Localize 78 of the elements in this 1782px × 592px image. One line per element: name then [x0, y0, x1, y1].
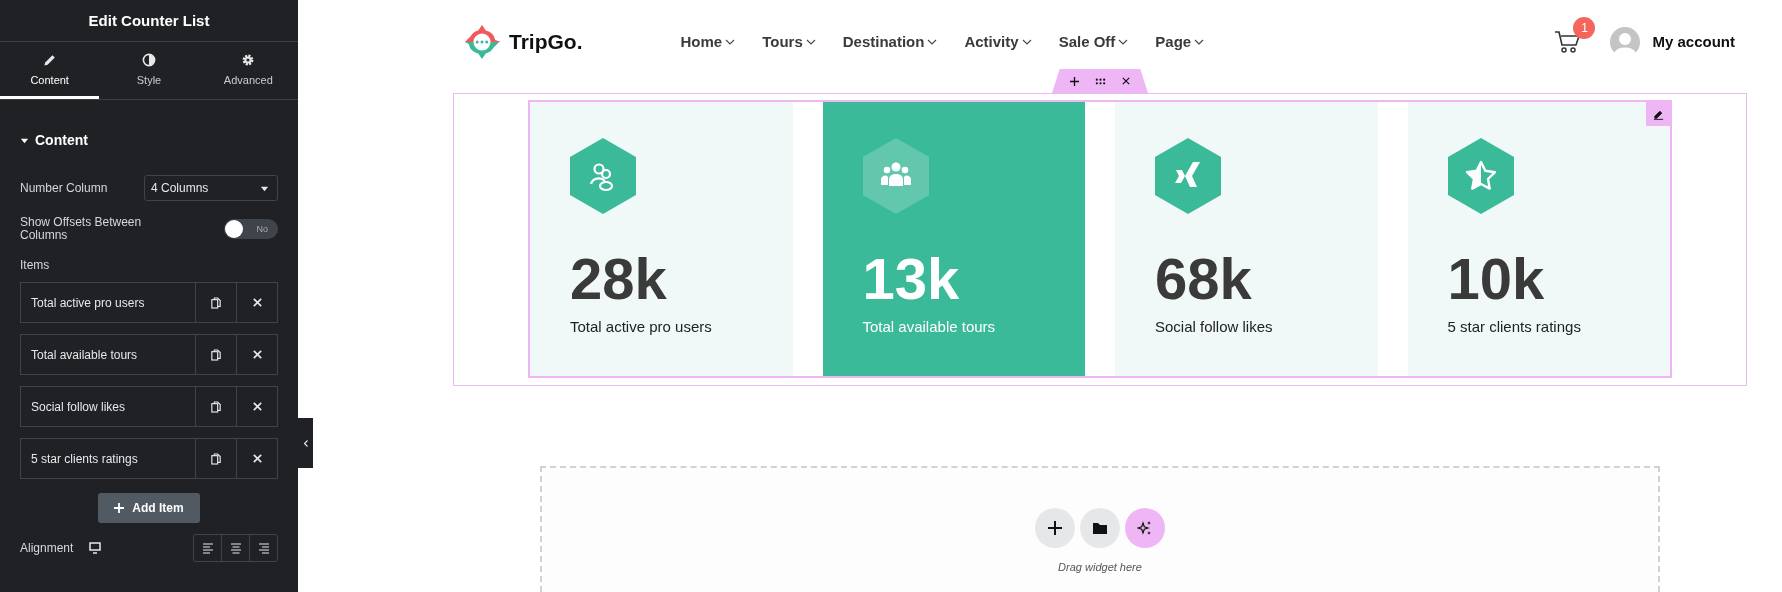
counter-label: 5 star clients ratings — [1447, 318, 1581, 335]
repeater-item[interactable]: Total active pro users — [20, 282, 278, 323]
star-icon — [1447, 138, 1514, 214]
align-center-icon — [229, 541, 242, 555]
counter-label: Social follow likes — [1155, 318, 1273, 335]
close-icon[interactable] — [1122, 77, 1130, 85]
copy-icon — [211, 400, 221, 413]
chevron-down-icon — [805, 38, 816, 45]
sparkle-icon — [1137, 520, 1153, 536]
chevron-down-icon — [1021, 38, 1032, 45]
pencil-icon — [41, 52, 58, 68]
pencil-icon — [1652, 108, 1664, 120]
users-icon — [570, 138, 636, 214]
chevron-down-icon — [927, 38, 938, 45]
chevron-down-icon — [725, 38, 736, 45]
edit-widget-button[interactable] — [1646, 102, 1670, 126]
alignment-button-group[interactable] — [193, 534, 278, 562]
desktop-icon — [89, 542, 102, 554]
add-item-button[interactable]: Add Item — [98, 493, 200, 523]
copy-icon — [211, 296, 221, 309]
nav-link[interactable]: Sale Off — [1058, 33, 1129, 50]
item-title[interactable]: Social follow likes — [21, 387, 195, 426]
copy-icon — [211, 348, 221, 361]
counter-label: Total available tours — [862, 318, 996, 335]
align-left-icon — [201, 541, 214, 555]
align-right-icon — [257, 541, 270, 555]
repeater-item[interactable]: Total available tours — [20, 334, 278, 375]
template-library-button[interactable] — [1080, 508, 1120, 548]
nav-link[interactable]: Page — [1155, 33, 1205, 50]
offsets-toggle[interactable]: No — [224, 219, 278, 239]
close-icon — [251, 401, 263, 412]
panel-tab[interactable]: Advanced — [198, 42, 298, 99]
repeater-item[interactable]: 5 star clients ratings — [20, 438, 278, 479]
section-header[interactable]: Content — [20, 132, 278, 148]
nav-link[interactable]: Activity — [964, 33, 1032, 50]
x-shape-icon — [1155, 138, 1221, 214]
counter-number: 28k — [570, 245, 667, 313]
close-icon — [251, 349, 263, 360]
counter-label: Total active pro users — [570, 318, 712, 335]
account-link[interactable]: My account — [1652, 33, 1735, 50]
field-label: Items — [20, 258, 51, 272]
add-section-button[interactable] — [1035, 508, 1075, 548]
field-label: Show Offsets Between Columns — [20, 216, 143, 242]
nav-link[interactable]: Destination — [842, 33, 938, 50]
panel-tab[interactable]: Content — [0, 42, 100, 99]
copy-icon — [211, 452, 221, 465]
plus-icon — [114, 503, 125, 513]
chevron-down-icon — [1118, 38, 1129, 45]
drag-handle-icon[interactable] — [1095, 77, 1106, 85]
drop-hint: Drag widget here — [1058, 561, 1142, 573]
close-icon — [251, 297, 263, 308]
panel-tab[interactable]: Style — [99, 42, 199, 99]
repeater-item[interactable]: Social follow likes — [20, 386, 278, 427]
field-label: Number Column — [20, 181, 108, 195]
counter-number: 13k — [862, 245, 960, 313]
site-logo[interactable]: TripGo. — [509, 29, 583, 54]
item-title[interactable]: Total active pro users — [21, 283, 195, 322]
ai-button[interactable] — [1125, 508, 1165, 548]
avatar-icon — [1610, 26, 1641, 57]
column-select[interactable]: 4 Columns — [144, 175, 278, 201]
field-label: Alignment — [20, 541, 74, 555]
group-icon — [862, 138, 929, 214]
contrast-icon — [141, 52, 157, 68]
chevron-down-icon — [1194, 38, 1205, 45]
cart-icon[interactable] — [1554, 29, 1581, 54]
chevron-left-icon — [302, 438, 309, 448]
plus-icon[interactable] — [1070, 76, 1079, 86]
folder-icon — [1093, 522, 1107, 534]
plus-icon — [1048, 521, 1062, 535]
collapse-panel-button[interactable] — [298, 418, 313, 468]
counter-number: 68k — [1155, 245, 1252, 313]
item-title[interactable]: Total available tours — [21, 335, 195, 374]
nav-link[interactable]: Tours — [762, 33, 816, 50]
nav-link[interactable]: Home — [680, 33, 736, 50]
counter-number: 10k — [1447, 245, 1545, 313]
cart-count-badge: 1 — [1573, 16, 1596, 39]
item-title[interactable]: 5 star clients ratings — [21, 439, 195, 478]
close-icon — [251, 453, 263, 464]
